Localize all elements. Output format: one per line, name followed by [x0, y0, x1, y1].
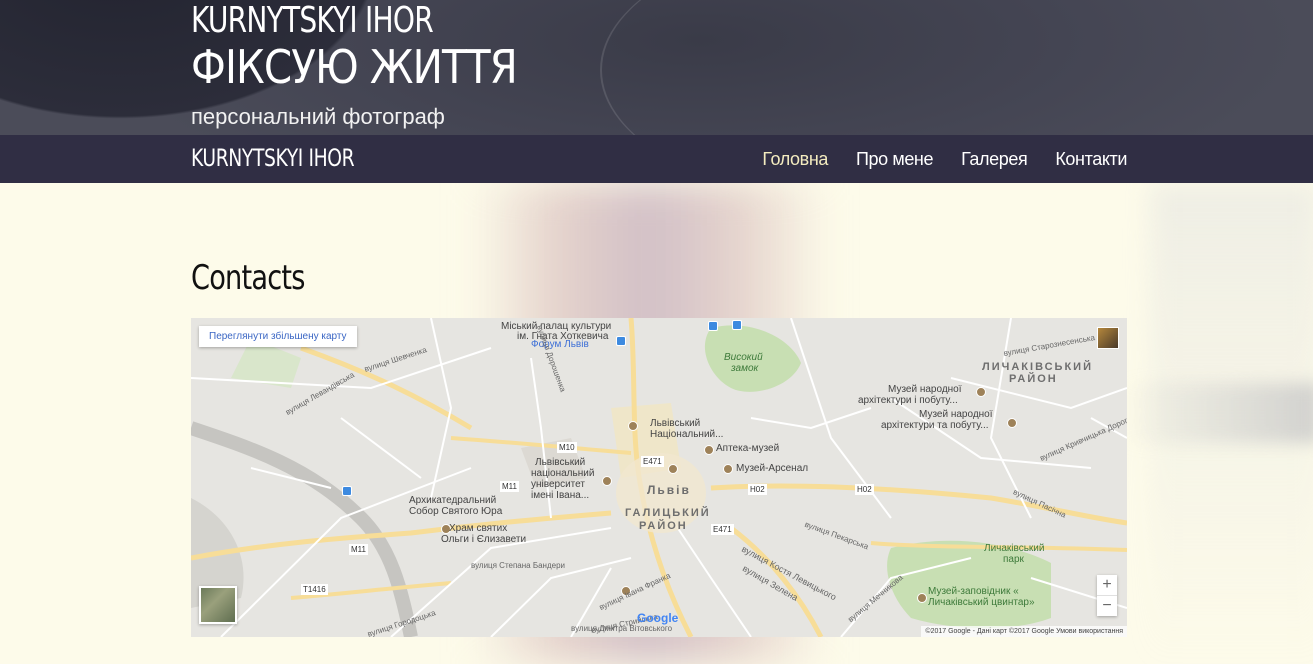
map-label: Музей народної	[919, 409, 993, 420]
map-label: Музей-Арсенал	[736, 463, 809, 474]
map-label: університет	[531, 479, 585, 490]
map-label: Високий	[724, 352, 763, 363]
poi-pin-icon[interactable]	[704, 445, 714, 455]
poi-pin-icon[interactable]	[668, 464, 678, 474]
map-label: Національний...	[650, 429, 724, 440]
road-badge: M10	[557, 442, 577, 453]
site-name: KURNYTSKYI IHOR	[191, 0, 434, 41]
road-badge: E471	[641, 456, 664, 467]
nav-item-gallery[interactable]: Галерея	[961, 149, 1028, 170]
navbar-brand[interactable]: KURNYTSKYI IHOR	[191, 144, 355, 172]
nav-item-contacts[interactable]: Контакти	[1055, 149, 1127, 170]
poi-pin-icon[interactable]	[976, 387, 986, 397]
google-logo: Google	[637, 611, 679, 625]
poi-pin-icon[interactable]	[616, 336, 626, 346]
navbar: KURNYTSKYI IHOR Головна Про мене Галерея…	[0, 135, 1313, 183]
zoom-control: + −	[1097, 575, 1117, 616]
street-view-icon[interactable]	[1097, 327, 1119, 349]
map-label: РАЙОН	[639, 520, 688, 532]
road-badge: E471	[711, 524, 734, 535]
site-slogan: ФІКСУЮ ЖИТТЯ	[191, 40, 518, 94]
map-street-label: вулиця Степана Бандери	[471, 561, 565, 570]
map-label: ЛИЧАКІВСЬКИЙ	[982, 361, 1093, 373]
nav-menu: Головна Про мене Галерея Контакти	[762, 135, 1127, 183]
road-badge: M11	[349, 544, 368, 555]
map-label: парк	[1003, 554, 1024, 565]
map-label: Львівський	[535, 457, 586, 468]
poi-pin-icon[interactable]	[917, 593, 927, 603]
background-photo-blur-edge	[1120, 383, 1313, 443]
poi-pin-icon[interactable]	[1007, 418, 1017, 428]
transit-icon[interactable]	[342, 486, 352, 496]
map-label: Музей народної	[888, 384, 962, 395]
poi-pin-icon[interactable]	[602, 476, 612, 486]
map-label: архітектури та побуту...	[881, 420, 989, 431]
transit-icon[interactable]	[732, 320, 742, 330]
map-label: Музей-заповідник «	[928, 586, 1019, 597]
map-label: ГАЛИЦЬКИЙ	[625, 507, 711, 519]
site-tagline: персональний фотограф	[191, 104, 445, 129]
map-label: Львів	[647, 483, 691, 497]
transit-icon[interactable]	[708, 321, 718, 331]
nav-item-about[interactable]: Про мене	[856, 149, 934, 170]
road-badge: M11	[500, 481, 519, 492]
zoom-out-button[interactable]: −	[1097, 595, 1117, 616]
map-label: Храм святих	[449, 523, 508, 534]
map-label: Личаківський	[984, 543, 1045, 554]
satellite-toggle[interactable]	[199, 586, 237, 624]
road-badge: H02	[855, 484, 874, 495]
google-map[interactable]: Міський палац культури ім. Гната Хоткеви…	[191, 318, 1127, 637]
hero-banner: KURNYTSKYI IHOR ФІКСУЮ ЖИТТЯ персональни…	[0, 0, 1313, 135]
road-badge: H02	[748, 484, 767, 495]
map-attribution[interactable]: ©2017 Google - Дані карт ©2017 Google Ум…	[921, 626, 1127, 637]
map-label: імені Івана...	[531, 490, 590, 501]
map-label: РАЙОН	[1009, 373, 1058, 385]
map-label: Личаківський цвинтар»	[928, 597, 1035, 608]
zoom-in-button[interactable]: +	[1097, 575, 1117, 595]
map-label: Аптека-музей	[716, 443, 780, 454]
map-label: Архикатедральний	[409, 495, 497, 506]
map-label: Львівський	[650, 418, 701, 429]
poi-pin-icon[interactable]	[723, 464, 733, 474]
view-larger-map-button[interactable]: Переглянути збільшену карту	[199, 326, 357, 347]
map-label: архітектури і побуту...	[858, 395, 958, 406]
map-label: замок	[731, 363, 759, 374]
poi-pin-icon[interactable]	[628, 421, 638, 431]
page-title: Contacts	[191, 258, 305, 298]
nav-item-home[interactable]: Головна	[762, 149, 828, 170]
map-label: Собор Святого Юра	[409, 506, 503, 517]
map-label: національний	[531, 468, 595, 479]
map-label: Ольги і Єлизавети	[441, 534, 527, 545]
road-badge: T1416	[301, 584, 328, 595]
